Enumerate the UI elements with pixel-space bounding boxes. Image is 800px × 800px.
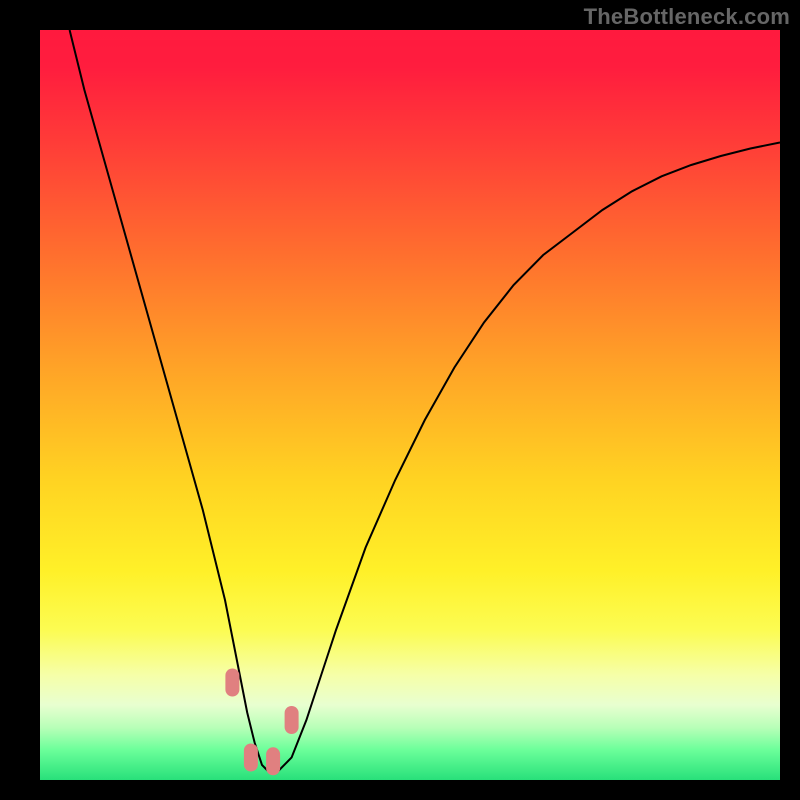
- marker-b: [244, 744, 258, 772]
- chart-frame: { "watermark": "TheBottleneck.com", "cha…: [0, 0, 800, 800]
- chart-svg: [40, 30, 780, 780]
- marker-c: [266, 747, 280, 775]
- chart-background: [40, 30, 780, 780]
- marker-d: [285, 706, 299, 734]
- marker-a: [225, 669, 239, 697]
- watermark: TheBottleneck.com: [584, 4, 790, 30]
